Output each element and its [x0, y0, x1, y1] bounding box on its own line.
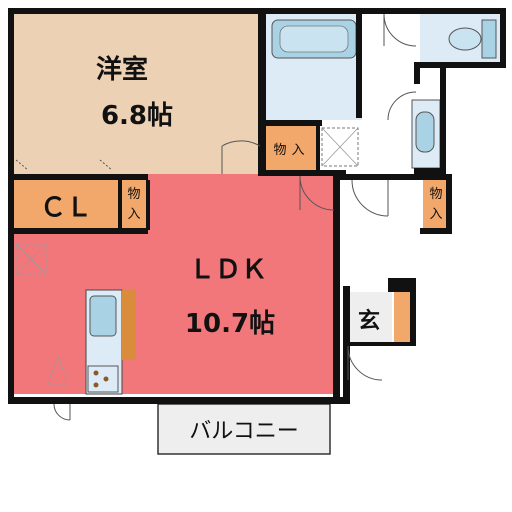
ldk-size: 10.7帖 — [185, 309, 275, 339]
closet-label: ＣＬ — [40, 193, 92, 223]
storage-entry-bottom: 入 — [429, 207, 442, 222]
entrance-label: 玄 — [358, 308, 380, 334]
kitchen-stove — [87, 365, 119, 393]
balcony-label: バルコニー — [189, 419, 299, 444]
floor-plan: 洋室 6.8帖 ＬＤＫ 10.7帖 ＣＬ 物 入 物 入 物 入 玄 バルコニー — [8, 8, 506, 455]
ldk-name: ＬＤＫ — [189, 255, 267, 285]
western-room-name: 洋室 — [96, 54, 148, 85]
bathtub-inner — [279, 25, 349, 53]
western-room-size: 6.8帖 — [101, 101, 173, 131]
storage-closet-side-bottom: 入 — [127, 207, 140, 222]
toilet-bowl — [448, 27, 482, 51]
storage-hall-label-bottom: 入 — [291, 143, 304, 158]
kitchen-back-counter — [122, 290, 136, 360]
kitchen-sink — [89, 295, 117, 337]
washbasin-bowl — [415, 111, 435, 153]
ldk-upper-extension — [148, 174, 333, 190]
western-room — [14, 14, 261, 174]
storage-closet-side-top: 物 — [127, 187, 140, 202]
hall-area — [340, 180, 420, 290]
toilet-tank — [481, 19, 497, 59]
storage-hall-label-top: 物 — [273, 143, 286, 158]
storage-entry-top: 物 — [429, 187, 442, 202]
